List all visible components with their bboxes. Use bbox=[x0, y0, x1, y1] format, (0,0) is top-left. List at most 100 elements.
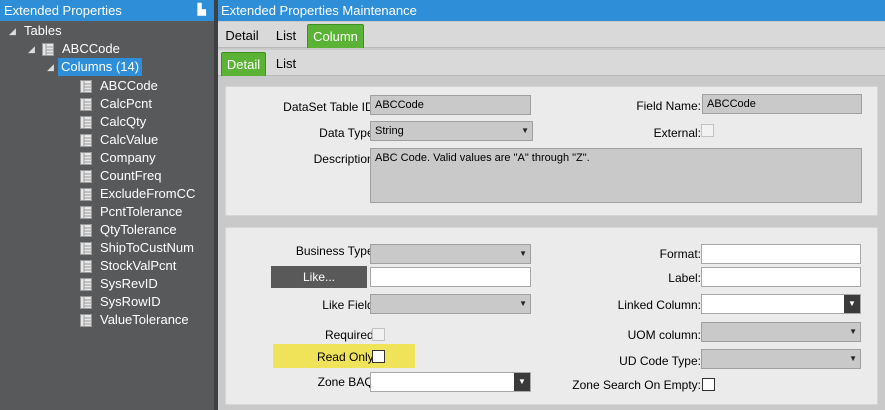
tree-node-table[interactable]: ◢ ABCCode bbox=[0, 40, 214, 58]
pin-icon[interactable]: ▙ bbox=[198, 0, 206, 21]
column-icon bbox=[80, 134, 92, 147]
tab-list[interactable]: List bbox=[269, 24, 303, 48]
dropdown-arrow-icon[interactable]: ▼ bbox=[849, 323, 857, 341]
business-type-dropdown[interactable]: ▼ bbox=[370, 244, 531, 264]
tab-detail[interactable]: Detail bbox=[221, 24, 263, 48]
tree-node-column[interactable]: StockValPcnt bbox=[0, 257, 214, 275]
tree-node-columns[interactable]: ◢ Columns (14) bbox=[0, 58, 214, 76]
subtab-list[interactable]: List bbox=[269, 52, 303, 76]
tree-node-label: CalcQty bbox=[100, 114, 147, 129]
field-name-field[interactable]: ABCCode bbox=[702, 94, 862, 114]
top-tab-bar: Detail List Column bbox=[218, 22, 885, 48]
linked-column-label: Linked Column: bbox=[617, 298, 701, 312]
dropdown-arrow-icon[interactable]: ▼ bbox=[519, 295, 527, 313]
like-button[interactable]: Like... bbox=[271, 266, 367, 288]
format-input[interactable] bbox=[701, 244, 861, 264]
column-icon bbox=[80, 170, 92, 183]
dropdown-arrow-icon[interactable]: ▼ bbox=[521, 122, 529, 140]
tree-node-column[interactable]: ValueTolerance bbox=[0, 311, 214, 329]
label-input[interactable] bbox=[701, 267, 861, 287]
dropdown-arrow-icon[interactable]: ▼ bbox=[844, 295, 860, 313]
tree-node-column[interactable]: ShipToCustNum bbox=[0, 239, 214, 257]
column-icon bbox=[80, 98, 92, 111]
dataset-group: DataSet Table ID: ABCCode Field Name: AB… bbox=[225, 86, 878, 216]
required-checkbox[interactable] bbox=[372, 328, 385, 341]
tree-node-label: Company bbox=[100, 150, 156, 165]
tree-node-column[interactable]: SysRowID bbox=[0, 293, 214, 311]
extended-properties-panel: Extended Properties ▙ ◢ Tables ◢ ABCCode… bbox=[0, 0, 214, 410]
linked-column-dropdown[interactable]: ▼ bbox=[701, 294, 861, 314]
zone-search-checkbox[interactable] bbox=[702, 378, 715, 391]
table-icon bbox=[42, 43, 54, 56]
tree-node-label: QtyTolerance bbox=[100, 222, 177, 237]
tree-node-label: ExcludeFromCC bbox=[100, 186, 196, 201]
maintenance-title: Extended Properties Maintenance bbox=[218, 0, 885, 21]
tree-node-column[interactable]: Company bbox=[0, 149, 214, 167]
column-icon bbox=[80, 314, 92, 327]
tree-node-label: ABCCode bbox=[62, 41, 120, 56]
uom-column-dropdown[interactable]: ▼ bbox=[701, 322, 861, 342]
column-icon bbox=[80, 206, 92, 219]
tree-node-label: CalcPcnt bbox=[100, 96, 153, 111]
zone-search-label: Zone Search On Empty: bbox=[572, 378, 701, 392]
dropdown-arrow-icon[interactable]: ▼ bbox=[519, 245, 527, 263]
dataset-table-id-field[interactable]: ABCCode bbox=[370, 95, 531, 115]
tree-node-column[interactable]: ExcludeFromCC bbox=[0, 185, 214, 203]
data-type-dropdown[interactable]: String ▼ bbox=[370, 121, 533, 141]
maintenance-panel: Extended Properties Maintenance Detail L… bbox=[218, 0, 885, 410]
column-icon bbox=[80, 242, 92, 255]
properties-group: Business Type: ▼ Like... Like Field: ▼ R… bbox=[225, 227, 878, 405]
column-icon bbox=[80, 278, 92, 291]
tree-node-column[interactable]: CountFreq bbox=[0, 167, 214, 185]
dataset-table-id-label: DataSet Table ID: bbox=[283, 100, 377, 114]
column-icon bbox=[80, 152, 92, 165]
business-type-label: Business Type: bbox=[295, 244, 377, 258]
tree-node-column[interactable]: SysRevID bbox=[0, 275, 214, 293]
external-label: External: bbox=[653, 126, 701, 140]
expanded-arrow-icon[interactable]: ◢ bbox=[28, 40, 35, 58]
panel-title: Extended Properties bbox=[4, 3, 122, 18]
tree-node-column[interactable]: CalcValue bbox=[0, 131, 214, 149]
data-type-value: String bbox=[375, 125, 404, 137]
field-name-label: Field Name: bbox=[636, 99, 701, 113]
zone-baq-dropdown[interactable]: ▼ bbox=[370, 372, 531, 392]
external-checkbox[interactable] bbox=[701, 124, 714, 137]
format-label: Format: bbox=[659, 247, 701, 261]
tab-column[interactable]: Column bbox=[307, 24, 364, 48]
tree-node-label: SysRevID bbox=[100, 276, 158, 291]
column-icon bbox=[80, 260, 92, 273]
label-label: Label: bbox=[668, 271, 701, 285]
tree-node-column[interactable]: QtyTolerance bbox=[0, 221, 214, 239]
zone-baq-label: Zone BAQ: bbox=[317, 375, 377, 389]
tree-node-column[interactable]: ABCCode bbox=[0, 77, 214, 95]
column-icon bbox=[80, 116, 92, 129]
column-icon bbox=[80, 296, 92, 309]
dropdown-arrow-icon[interactable]: ▼ bbox=[514, 373, 530, 391]
tree-node-column[interactable]: CalcPcnt bbox=[0, 95, 214, 113]
tree-node-label: SysRowID bbox=[100, 294, 161, 309]
column-icon bbox=[80, 80, 92, 93]
column-icon bbox=[80, 188, 92, 201]
like-field-input[interactable] bbox=[370, 267, 531, 287]
tree-node-label-selected: Columns (14) bbox=[58, 58, 143, 76]
tree-node-column[interactable]: CalcQty bbox=[0, 113, 214, 131]
tree-node-label: ABCCode bbox=[100, 78, 158, 93]
tree-node-label: CalcValue bbox=[100, 132, 159, 147]
uom-column-label: UOM column: bbox=[627, 328, 701, 342]
read-only-label: Read Only: bbox=[316, 350, 377, 364]
like-field-dropdown[interactable]: ▼ bbox=[370, 294, 531, 314]
data-type-label: Data Type: bbox=[319, 126, 377, 140]
ud-code-type-label: UD Code Type: bbox=[619, 354, 701, 368]
tree-node-column[interactable]: PcntTolerance bbox=[0, 203, 214, 221]
expanded-arrow-icon[interactable]: ◢ bbox=[47, 58, 54, 76]
required-label: Required: bbox=[324, 328, 377, 342]
expanded-arrow-icon[interactable]: ◢ bbox=[9, 22, 16, 40]
tree-node-tables[interactable]: ◢ Tables bbox=[0, 22, 214, 40]
dropdown-arrow-icon[interactable]: ▼ bbox=[849, 350, 857, 368]
like-field-label: Like Field: bbox=[322, 298, 377, 312]
subtab-detail[interactable]: Detail bbox=[221, 52, 266, 76]
tree-node-label: Tables bbox=[24, 23, 62, 38]
description-field[interactable]: ABC Code. Valid values are "A" through "… bbox=[370, 148, 862, 203]
read-only-checkbox[interactable] bbox=[372, 350, 385, 363]
ud-code-type-dropdown[interactable]: ▼ bbox=[701, 349, 861, 369]
